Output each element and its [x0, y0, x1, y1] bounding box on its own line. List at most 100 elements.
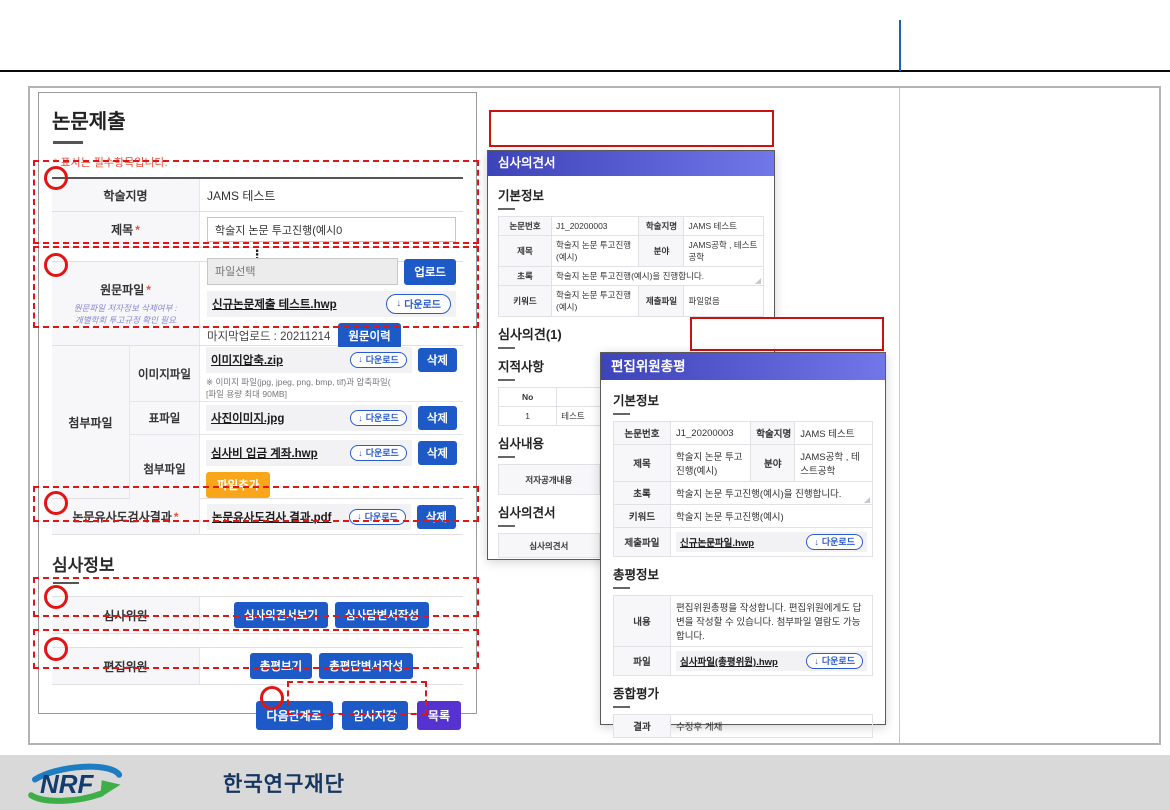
attachments-group-row: 첨부파일 이미지파일 이미지압축.zip ↓다운로드 삭제	[52, 346, 463, 499]
paper-title-input[interactable]	[207, 217, 456, 242]
image-file-value: 이미지압축.zip ↓다운로드 삭제 ※ 이미지 파일(jpg, jpeg, p…	[200, 346, 463, 401]
field-value: JAMS공학 , 테스트공학	[795, 445, 873, 482]
defect-row-no: 1	[499, 407, 557, 426]
summary-info-title: 총평정보	[613, 564, 873, 583]
bottom-button-bar: 다음단계로 임시저장 목록	[52, 701, 463, 730]
paper-title-label: 제목*	[111, 221, 140, 238]
page: 논문제출 * 표시는 필수항목입니다. 학술지명 JAMS 테스트 제목* ⋮ …	[0, 0, 1170, 810]
basic-info-title: 기본정보	[613, 390, 873, 409]
journal-value: JAMS 테스트	[795, 422, 873, 445]
attachments-group-label: 첨부파일	[52, 346, 130, 498]
attach-file-link[interactable]: 심사비 입금 계좌.hwp	[211, 445, 318, 461]
delete-button[interactable]: 삭제	[418, 406, 457, 430]
resize-handle-icon[interactable]	[755, 278, 761, 284]
download-arrow-icon: ↓	[396, 298, 401, 309]
basic-info-underline	[613, 413, 630, 415]
similarity-label: 논문유사도검사결과*	[72, 508, 178, 525]
write-review-reply-button[interactable]: 심사답변서작성	[335, 602, 429, 628]
view-review-opinion-button[interactable]: 심사의견서보기	[234, 602, 328, 628]
download-arrow-icon: ↓	[358, 354, 363, 364]
note-line1: 원문파일 저자정보 삭제여부 :	[74, 303, 177, 313]
list-button[interactable]: 목록	[417, 701, 461, 730]
annotation-circle-6	[260, 686, 284, 710]
submission-form-panel: 논문제출 * 표시는 필수항목입니다. 학술지명 JAMS 테스트 제목* ⋮ …	[38, 92, 477, 714]
add-file-button[interactable]: 파일추가	[206, 472, 270, 498]
similarity-file-link[interactable]: 논문유사도검사 결과.pdf	[212, 509, 332, 525]
eval-result-value: 수정후 게재	[670, 715, 872, 738]
image-file-row: 이미지파일 이미지압축.zip ↓다운로드 삭제 ※ 이미지 파일(jpg, j	[130, 346, 463, 402]
download-button[interactable]: ↓다운로드	[806, 534, 863, 550]
download-button[interactable]: ↓다운로드	[349, 509, 406, 525]
download-button[interactable]: ↓다운로드	[350, 445, 407, 461]
similarity-file-strip: 논문유사도검사 결과.pdf ↓다운로드	[207, 504, 411, 530]
image-file-link[interactable]: 이미지압축.zip	[211, 352, 283, 368]
download-label: 다운로드	[404, 296, 441, 311]
download-label: 다운로드	[366, 411, 399, 424]
delete-button[interactable]: 삭제	[418, 348, 457, 372]
delete-button[interactable]: 삭제	[417, 505, 456, 529]
similarity-label-text: 논문유사도검사결과	[72, 510, 171, 524]
annotation-circle-2	[44, 253, 68, 277]
annotation-circle-4	[44, 585, 68, 609]
submit-file-label: 제출파일	[639, 286, 684, 317]
editor-label: 편집위원	[52, 648, 200, 684]
attach-file-row: 첨부파일 심사비 입금 계좌.hwp ↓다운로드 삭제 파일추가	[130, 435, 463, 503]
download-button[interactable]: ↓다운로드	[386, 294, 451, 314]
table-file-link[interactable]: 사진이미지.jpg	[211, 410, 284, 426]
title-underline	[53, 141, 83, 144]
download-label: 다운로드	[822, 654, 855, 667]
blue-cursor-line	[899, 20, 901, 71]
image-file-label: 이미지파일	[130, 346, 200, 401]
abstract-value: 학술지 논문 투고진행(예시)을 진행합니다.	[670, 482, 872, 505]
original-file-label: 원문파일*	[100, 281, 151, 298]
abstract-text: 학술지 논문 투고진행(예시)을 진행합니다.	[556, 271, 704, 281]
editor-row: 편집위원 총평보기 총평답변서작성	[52, 647, 463, 685]
submit-file-cell: 신규논문파일.hwp ↓다운로드	[670, 528, 872, 557]
download-label: 다운로드	[365, 510, 398, 523]
page-title: 논문제출	[52, 105, 463, 134]
reviewer-buttons: 심사의견서보기 심사답변서작성	[200, 597, 463, 633]
annotation-circle-3	[44, 491, 68, 515]
download-button[interactable]: ↓다운로드	[350, 352, 407, 368]
download-button[interactable]: ↓다운로드	[350, 410, 407, 426]
defects-underline	[498, 379, 515, 381]
attach-file-value: 심사비 입금 계좌.hwp ↓다운로드 삭제 파일추가	[200, 435, 463, 503]
logo-text: NRF	[40, 769, 95, 799]
review-opinion-underline	[498, 347, 515, 349]
title-label: 제목	[499, 236, 552, 267]
summary-file-link[interactable]: 심사파일(총평위원).hwp	[680, 654, 778, 668]
callout-box-middle	[690, 317, 884, 351]
original-file-link[interactable]: 신규논문제출 테스트.hwp	[212, 296, 337, 312]
image-file-strip: 이미지압축.zip ↓다운로드	[206, 347, 412, 373]
review-report-underline	[498, 525, 515, 527]
editor-summary-popup: 편집위원총평 기본정보 논문번호 J1_20200003 학술지명 JAMS 테…	[600, 352, 886, 725]
submit-file-link[interactable]: 신규논문파일.hwp	[680, 535, 754, 549]
table-file-strip: 사진이미지.jpg ↓다운로드	[206, 405, 412, 431]
similarity-label-cell: 논문유사도검사결과*	[52, 499, 200, 534]
upload-button[interactable]: 업로드	[404, 259, 456, 285]
basic-info-table: 논문번호 J1_20200003 학술지명 JAMS 테스트 제목 학술지 논문…	[498, 216, 764, 317]
last-upload-text: 마지막업로드 : 20211214	[207, 328, 330, 344]
nrf-logo: NRF	[20, 760, 215, 806]
attach-file-label: 첨부파일	[130, 435, 200, 503]
summary-info-table: 내용 편집위원총평을 작성합니다. 편집위원에게도 답변을 작성할 수 있습니다…	[613, 595, 873, 676]
overall-eval-table: 결과 수정후 게재	[613, 714, 873, 738]
write-summary-reply-button[interactable]: 총평답변서작성	[319, 653, 413, 679]
paper-no-label: 논문번호	[499, 217, 552, 236]
submit-file-value: 파일없음	[684, 286, 764, 317]
similarity-check-row: 논문유사도검사결과* 논문유사도검사 결과.pdf ↓다운로드 삭제	[52, 499, 463, 535]
review-content-underline	[498, 456, 515, 458]
original-file-label-cell: 원문파일* 원문파일 저자정보 삭제여부 : 개별학회 투고규정 확인 필요	[52, 262, 200, 345]
download-arrow-icon: ↓	[357, 511, 362, 521]
file-select-input[interactable]	[207, 258, 398, 285]
view-summary-button[interactable]: 총평보기	[250, 653, 312, 679]
keyword-value: 학술지 논문 투고진행(예시)	[670, 505, 872, 528]
download-button[interactable]: ↓다운로드	[806, 653, 863, 669]
delete-button[interactable]: 삭제	[418, 441, 457, 465]
original-file-note: 원문파일 저자정보 삭제여부 : 개별학회 투고규정 확인 필요	[74, 303, 177, 326]
temp-save-button[interactable]: 임시저장	[342, 701, 408, 730]
footer: NRF 한국연구재단	[0, 755, 1170, 810]
resize-handle-icon[interactable]	[864, 497, 870, 503]
reviewer-row: 심사위원 심사의견서보기 심사답변서작성	[52, 596, 463, 634]
summary-file-strip: 심사파일(총평위원).hwp ↓다운로드	[676, 651, 867, 671]
